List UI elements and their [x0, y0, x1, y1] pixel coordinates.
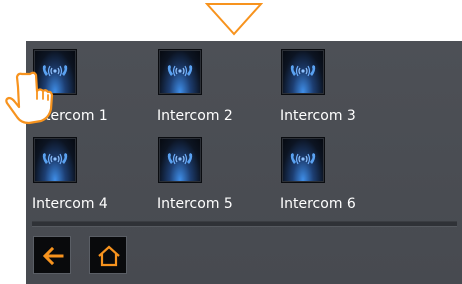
intercom-5-button[interactable]: [158, 137, 202, 183]
intercom-4-label: Intercom 4: [32, 196, 108, 212]
intercom-6-label: Intercom 6: [280, 196, 356, 212]
home-button[interactable]: [89, 236, 127, 274]
intercom-5-label: Intercom 5: [157, 196, 233, 212]
intercom-phone-icon: [167, 153, 193, 165]
intercom-2-label: Intercom 2: [157, 108, 233, 124]
intercom-tile-5[interactable]: Intercom 5: [151, 129, 261, 212]
touch-hand-icon: [5, 71, 54, 125]
intercom-phone-icon: [42, 153, 68, 165]
intercom-2-button[interactable]: [158, 49, 202, 95]
intercom-screen: Intercom 1 Intercom 2 Intercom 3 Interco…: [26, 41, 462, 284]
back-arrow-icon: [42, 246, 64, 266]
divider: [32, 221, 457, 227]
intercom-grid: Intercom 1 Intercom 2 Intercom 3 Interco…: [26, 41, 462, 221]
home-icon: [98, 245, 120, 267]
intercom-phone-icon: [290, 153, 316, 165]
back-button[interactable]: [33, 236, 71, 274]
intercom-3-button[interactable]: [281, 49, 325, 95]
intercom-3-label: Intercom 3: [280, 108, 356, 124]
intercom-tile-3[interactable]: Intercom 3: [274, 41, 384, 124]
intercom-6-button[interactable]: [281, 137, 325, 183]
scroll-up-indicator-icon[interactable]: [205, 2, 263, 36]
intercom-phone-icon: [290, 65, 316, 77]
intercom-tile-4[interactable]: Intercom 4: [26, 129, 136, 212]
intercom-tile-6[interactable]: Intercom 6: [274, 129, 384, 212]
intercom-4-button[interactable]: [33, 137, 77, 183]
intercom-phone-icon: [167, 65, 193, 77]
intercom-tile-2[interactable]: Intercom 2: [151, 41, 261, 124]
